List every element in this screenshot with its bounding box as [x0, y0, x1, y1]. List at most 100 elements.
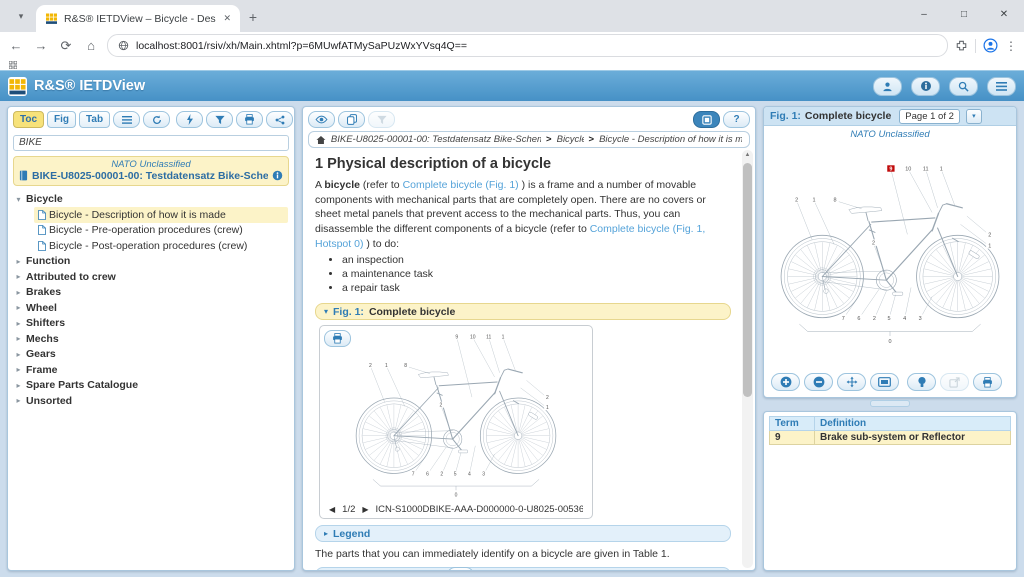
page-select[interactable]: Page 1 of 2 [899, 109, 960, 124]
doc-link[interactable]: Complete bicycle (Fig. 1) [403, 179, 519, 191]
page-select-arrow[interactable]: ▾ [966, 109, 982, 124]
viewer-image[interactable]: 0910111218221762543 [771, 140, 1009, 370]
tree-node[interactable]: ▸Gears [14, 347, 288, 363]
print-viewer-button[interactable] [973, 373, 1002, 391]
pan-button[interactable] [837, 373, 866, 391]
open-viewer-button[interactable] [693, 111, 720, 128]
close-button[interactable]: ✕ [984, 0, 1024, 28]
tree-node[interactable]: ▸Mechs [14, 331, 288, 347]
forward-button[interactable]: → [32, 38, 50, 53]
table-section-bar[interactable]: ▾ Tab. 1: Bicycle parts [315, 567, 731, 570]
breadcrumb-separator: > [546, 134, 552, 145]
figure-section-bar[interactable]: ▾ Fig. 1: Complete bicycle [315, 303, 731, 320]
print-figure-button[interactable] [324, 330, 351, 347]
app-menu-button[interactable] [987, 77, 1016, 96]
view-mode-button[interactable] [308, 111, 335, 128]
filter-button[interactable] [206, 111, 233, 128]
print-toc-button[interactable] [236, 111, 263, 128]
info-button[interactable] [911, 77, 940, 96]
prev-page-icon[interactable]: ◀ [329, 505, 335, 514]
site-info-icon[interactable] [118, 40, 129, 51]
tree-node[interactable]: ▸Unsorted [14, 393, 288, 409]
expand-caret-icon[interactable]: ▸ [14, 272, 23, 281]
tree-node-label: Unsorted [26, 395, 72, 407]
expand-caret-icon[interactable]: ▸ [14, 334, 23, 343]
tab-tab[interactable]: Tab [79, 111, 110, 128]
expand-caret-icon[interactable]: ▸ [14, 396, 23, 405]
next-page-icon[interactable]: ▶ [362, 505, 368, 514]
help-button[interactable]: ? [723, 111, 750, 128]
term-definition: Brake sub-system or Reflector [815, 431, 1011, 445]
tree-leaf[interactable]: Bicycle - Post-operation procedures (cre… [34, 238, 288, 254]
tab-close-icon[interactable]: ✕ [223, 13, 231, 24]
apps-grid-icon[interactable] [9, 61, 17, 69]
home-button[interactable]: ⌂ [82, 38, 100, 53]
zoom-in-button[interactable] [771, 373, 800, 391]
open-external-button[interactable] [940, 373, 969, 391]
tab-fig[interactable]: Fig [47, 111, 76, 128]
expand-caret-icon[interactable]: ▸ [14, 381, 23, 390]
browser-menu-icon[interactable]: ⋮ [1005, 39, 1017, 53]
breadcrumb-item[interactable]: Bicycle [557, 134, 584, 145]
maximize-button[interactable]: □ [944, 0, 984, 28]
content-scrollbar[interactable]: ▲ [742, 150, 753, 568]
collapse-tree-button[interactable] [113, 111, 140, 128]
extensions-icon[interactable] [955, 39, 968, 52]
tree-node[interactable]: ▸Shifters [14, 316, 288, 332]
expand-caret-icon[interactable]: ▸ [14, 365, 23, 374]
svg-text:6: 6 [426, 472, 429, 478]
profile-avatar[interactable] [983, 38, 998, 53]
fit-to-window-button[interactable] [870, 373, 899, 391]
tree-node-label: Spare Parts Catalogue [26, 379, 138, 391]
quick-access-button[interactable] [176, 111, 203, 128]
search-button[interactable] [949, 77, 978, 96]
hotspot-highlight-button[interactable] [907, 373, 936, 391]
reload-button[interactable]: ⟳ [57, 38, 75, 54]
panel-resize-handle[interactable] [870, 400, 910, 407]
user-button[interactable] [873, 77, 902, 96]
scrollbar-thumb[interactable] [743, 163, 752, 397]
home-icon[interactable] [316, 135, 326, 145]
collapse-caret-icon[interactable]: ▾ [14, 195, 23, 204]
filter-icon [215, 115, 225, 125]
figure-image[interactable]: 0910111218221762543 [337, 330, 575, 502]
svg-text:3: 3 [919, 316, 922, 322]
tree-leaf[interactable]: Bicycle - Description of how it is made [34, 207, 288, 223]
tree-node[interactable]: ▸Wheel [14, 300, 288, 316]
tree-node[interactable]: ▸Frame [14, 362, 288, 378]
publication-header[interactable]: NATO Unclassified BIKE-U8025-00001-00: T… [13, 156, 289, 186]
tree-node[interactable]: ▾Bicycle [14, 192, 288, 208]
legend-section-bar[interactable]: ▸ Legend [315, 525, 731, 542]
zoom-out-button[interactable] [804, 373, 833, 391]
term-row[interactable]: 9 Brake sub-system or Reflector [770, 431, 1011, 445]
expand-caret-icon[interactable]: ▸ [14, 257, 23, 266]
svg-text:2: 2 [440, 472, 443, 478]
search-input[interactable] [13, 135, 289, 151]
publication-info-icon[interactable] [272, 170, 283, 181]
address-bar[interactable]: localhost:8001/rsiv/xh/Main.xhtml?p=6MUw… [107, 34, 948, 57]
content-filter-button[interactable] [368, 111, 395, 128]
back-button[interactable]: ← [7, 38, 25, 53]
minimize-button[interactable]: – [904, 0, 944, 28]
expand-caret-icon[interactable]: ▸ [14, 319, 23, 328]
expand-caret-icon[interactable]: ▸ [14, 350, 23, 359]
copy-page-button[interactable] [338, 111, 365, 128]
tree-node[interactable]: ▸Brakes [14, 285, 288, 301]
refresh-button[interactable] [143, 111, 170, 128]
tab-toc[interactable]: Toc [13, 111, 44, 128]
breadcrumb-item[interactable]: Bicycle - Description of how it is made [599, 134, 742, 145]
breadcrumb-item[interactable]: BIKE-U8025-00001-00: Testdatensatz Bike-… [331, 134, 541, 145]
tab-search-button[interactable]: ▾ [8, 3, 34, 29]
browser-tab[interactable]: R&S® IETDView – Bicycle - Des ✕ [36, 5, 240, 32]
print-table-button[interactable] [447, 567, 474, 570]
tree-node[interactable]: ▸Attributed to crew [14, 269, 288, 285]
tree-leaf[interactable]: Bicycle - Pre-operation procedures (crew… [34, 223, 288, 239]
printer-icon [244, 114, 255, 125]
expand-caret-icon[interactable]: ▸ [14, 288, 23, 297]
tree-node[interactable]: ▸Spare Parts Catalogue [14, 378, 288, 394]
tree-node[interactable]: ▸Function [14, 254, 288, 270]
share-button[interactable] [266, 111, 293, 128]
scroll-up-icon[interactable]: ▲ [742, 150, 753, 161]
expand-caret-icon[interactable]: ▸ [14, 303, 23, 312]
new-tab-button[interactable]: + [240, 4, 266, 30]
